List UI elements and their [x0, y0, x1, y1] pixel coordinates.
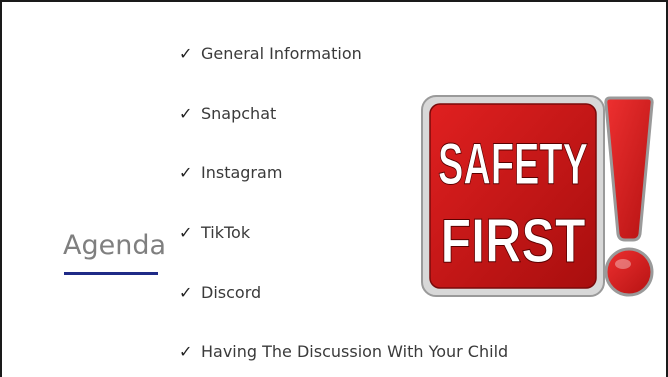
agenda-item-text: Instagram	[201, 163, 283, 182]
agenda-item-text: Snapchat	[201, 104, 277, 123]
agenda-item: ✓ TikTok	[179, 223, 250, 242]
agenda-item: ✓ Discord	[179, 283, 261, 302]
agenda-item-text: Discord	[201, 283, 262, 302]
agenda-item-text: TikTok	[201, 223, 251, 242]
checkmark-icon: ✓	[179, 283, 193, 302]
exclamation-icon	[604, 96, 654, 297]
checkmark-icon: ✓	[179, 163, 193, 182]
agenda-item-text: General Information	[201, 44, 362, 63]
sign-line1: SAFETY	[438, 132, 588, 197]
safety-first-image: SAFETY FIRST	[421, 95, 654, 297]
slide-title: Agenda	[63, 230, 167, 261]
checkmark-icon: ✓	[179, 223, 193, 242]
sign-line2: FIRST	[441, 207, 586, 276]
title-underline	[64, 272, 158, 275]
slide: ✓ General Information ✓ Snapchat ✓ Instagra…	[0, 0, 668, 377]
agenda-item: ✓ General Information	[179, 44, 362, 63]
sign-board: SAFETY FIRST	[421, 95, 605, 297]
agenda-item: ✓ Snapchat	[179, 104, 276, 123]
agenda-item-text: Having The Discussion With Your Child	[201, 342, 509, 361]
checkmark-icon: ✓	[179, 44, 193, 63]
checkmark-icon: ✓	[179, 342, 193, 361]
agenda-item: ✓ Having The Discussion With Your Child	[179, 342, 508, 361]
checkmark-icon: ✓	[179, 104, 193, 123]
agenda-item: ✓ Instagram	[179, 163, 282, 182]
